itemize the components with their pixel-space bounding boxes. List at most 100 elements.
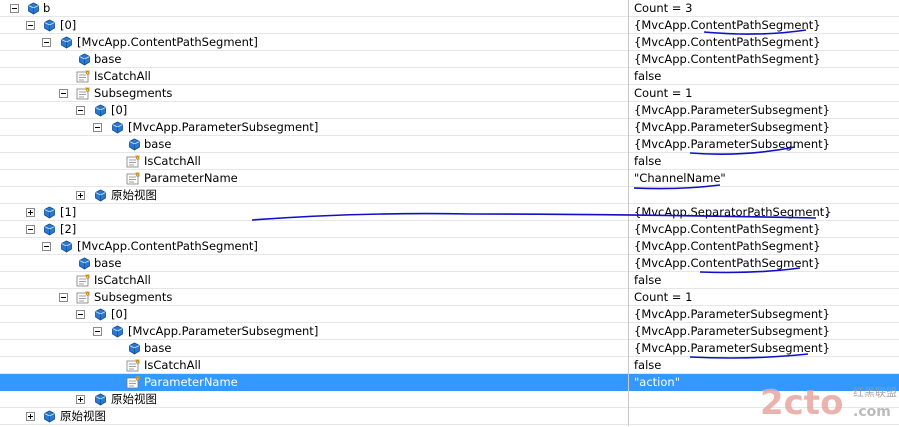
field-cube-icon	[111, 325, 124, 338]
property-icon	[76, 87, 90, 100]
value-cell[interactable]: {MvcApp.ParameterSubsegment}	[629, 102, 899, 119]
value-cell[interactable]: false	[629, 357, 899, 374]
tree-row[interactable]: [0] {MvcApp.ParameterSubsegment}	[0, 102, 899, 119]
row-name-label: 原始视图	[60, 409, 106, 423]
tree-row[interactable]: 原始视图	[0, 187, 899, 204]
name-cell: IsCatchAll	[0, 272, 628, 289]
tree-row[interactable]: ParameterName "ChannelName"	[0, 170, 899, 187]
name-cell: IsCatchAll	[0, 68, 628, 85]
value-cell[interactable]: {MvcApp.ParameterSubsegment}	[629, 340, 899, 357]
collapse-minus-icon[interactable]	[76, 310, 85, 319]
tree-row[interactable]: IsCatchAll false	[0, 272, 899, 289]
row-name-label: base	[94, 256, 122, 270]
tree-row[interactable]: [MvcApp.ParameterSubsegment] {MvcApp.Para…	[0, 119, 899, 136]
row-name-label: IsCatchAll	[94, 273, 151, 287]
tree-row[interactable]: [0] {MvcApp.ContentPathSegment}	[0, 17, 899, 34]
row-name-label: [1]	[60, 205, 77, 219]
value-cell[interactable]: false	[629, 68, 899, 85]
property-icon	[126, 359, 140, 372]
value-cell[interactable]: {MvcApp.ParameterSubsegment}	[629, 306, 899, 323]
collapse-minus-icon[interactable]	[59, 89, 68, 98]
row-name-label: Subsegments	[94, 290, 173, 304]
tree-row[interactable]: IsCatchAll false	[0, 68, 899, 85]
field-cube-icon	[94, 104, 107, 117]
value-cell[interactable]: {MvcApp.ContentPathSegment}	[629, 238, 899, 255]
collapse-minus-icon[interactable]	[93, 123, 102, 132]
value-cell[interactable]: {MvcApp.ParameterSubsegment}	[629, 136, 899, 153]
row-name-label: IsCatchAll	[144, 358, 201, 372]
row-name-label: [MvcApp.ParameterSubsegment]	[128, 120, 319, 134]
tree-row[interactable]: IsCatchAll false	[0, 153, 899, 170]
row-name-label: [MvcApp.ParameterSubsegment]	[128, 324, 319, 338]
name-cell: base	[0, 136, 628, 153]
name-cell: [MvcApp.ParameterSubsegment]	[0, 323, 628, 340]
expand-plus-icon[interactable]	[76, 191, 85, 200]
row-name-label: ParameterName	[144, 375, 238, 389]
property-icon	[76, 70, 90, 83]
row-name-label: IsCatchAll	[94, 69, 151, 83]
tree-row[interactable]: [2] {MvcApp.ContentPathSegment}	[0, 221, 899, 238]
field-cube-icon	[128, 342, 141, 355]
tree-row[interactable]: base {MvcApp.ContentPathSegment}	[0, 51, 899, 68]
collapse-minus-icon[interactable]	[42, 38, 51, 47]
tree-row[interactable]: IsCatchAll false	[0, 357, 899, 374]
raw-view-icon	[43, 410, 56, 423]
value-cell[interactable]: {MvcApp.ContentPathSegment}	[629, 51, 899, 68]
tree-row[interactable]: Subsegments Count = 1	[0, 85, 899, 102]
value-cell[interactable]: false	[629, 272, 899, 289]
property-icon	[76, 274, 90, 287]
row-value-text: {MvcApp.ContentPathSegment}	[634, 52, 821, 66]
property-icon	[76, 291, 90, 304]
tree-row[interactable]: base {MvcApp.ParameterSubsegment}	[0, 136, 899, 153]
tree-row[interactable]: [MvcApp.ContentPathSegment] {MvcApp.Conte…	[0, 34, 899, 51]
field-cube-icon	[43, 19, 56, 32]
value-cell[interactable]: Count = 3	[629, 0, 899, 17]
name-cell: ParameterName	[0, 374, 628, 391]
collapse-minus-icon[interactable]	[26, 225, 35, 234]
value-cell[interactable]: {MvcApp.ParameterSubsegment}	[629, 323, 899, 340]
value-cell[interactable]: {MvcApp.ParameterSubsegment}	[629, 119, 899, 136]
row-value-text: {MvcApp.ParameterSubsegment}	[634, 120, 830, 134]
expand-plus-icon[interactable]	[26, 412, 35, 421]
value-cell[interactable]: Count = 1	[629, 85, 899, 102]
row-value-text: Count = 1	[634, 290, 693, 304]
collapse-minus-icon[interactable]	[42, 242, 51, 251]
row-name-label: base	[94, 52, 122, 66]
name-cell: IsCatchAll	[0, 357, 628, 374]
tree-row[interactable]: [MvcApp.ParameterSubsegment] {MvcApp.Para…	[0, 323, 899, 340]
tree-row[interactable]: [0] {MvcApp.ParameterSubsegment}	[0, 306, 899, 323]
tree-row[interactable]: Subsegments Count = 1	[0, 289, 899, 306]
row-value-text: {MvcApp.ContentPathSegment}	[634, 256, 821, 270]
value-cell[interactable]: {MvcApp.ContentPathSegment}	[629, 221, 899, 238]
collapse-minus-icon[interactable]	[26, 21, 35, 30]
collapse-minus-icon[interactable]	[93, 327, 102, 336]
collapse-minus-icon[interactable]	[10, 4, 19, 13]
row-value-text: {MvcApp.ContentPathSegment}	[634, 35, 821, 49]
field-cube-icon	[27, 2, 40, 15]
row-name-label: 原始视图	[111, 188, 157, 202]
row-value-text: {MvcApp.ParameterSubsegment}	[634, 137, 830, 151]
tree-row[interactable]: [MvcApp.ContentPathSegment] {MvcApp.Conte…	[0, 238, 899, 255]
value-cell[interactable]	[629, 187, 899, 204]
row-name-label: [0]	[111, 307, 128, 321]
expand-plus-icon[interactable]	[26, 208, 35, 217]
tree-row[interactable]: base {MvcApp.ParameterSubsegment}	[0, 340, 899, 357]
collapse-minus-icon[interactable]	[59, 293, 68, 302]
tree-row[interactable]: [1] {MvcApp.SeparatorPathSegment}	[0, 204, 899, 221]
column-divider[interactable]	[628, 0, 629, 426]
value-cell[interactable]: {MvcApp.ContentPathSegment}	[629, 34, 899, 51]
value-cell[interactable]: false	[629, 153, 899, 170]
value-cell[interactable]: {MvcApp.ContentPathSegment}	[629, 255, 899, 272]
value-cell[interactable]: {MvcApp.ContentPathSegment}	[629, 17, 899, 34]
tree-row[interactable]: b Count = 3	[0, 0, 899, 17]
tree-row[interactable]: base {MvcApp.ContentPathSegment}	[0, 255, 899, 272]
expand-plus-icon[interactable]	[76, 395, 85, 404]
row-value-text: {MvcApp.ParameterSubsegment}	[634, 103, 830, 117]
name-cell: [MvcApp.ContentPathSegment]	[0, 34, 628, 51]
collapse-minus-icon[interactable]	[76, 106, 85, 115]
value-cell[interactable]: {MvcApp.SeparatorPathSegment}	[629, 204, 899, 221]
value-cell[interactable]: Count = 1	[629, 289, 899, 306]
value-cell[interactable]: "ChannelName"	[629, 170, 899, 187]
name-cell: [0]	[0, 102, 628, 119]
name-cell: base	[0, 51, 628, 68]
